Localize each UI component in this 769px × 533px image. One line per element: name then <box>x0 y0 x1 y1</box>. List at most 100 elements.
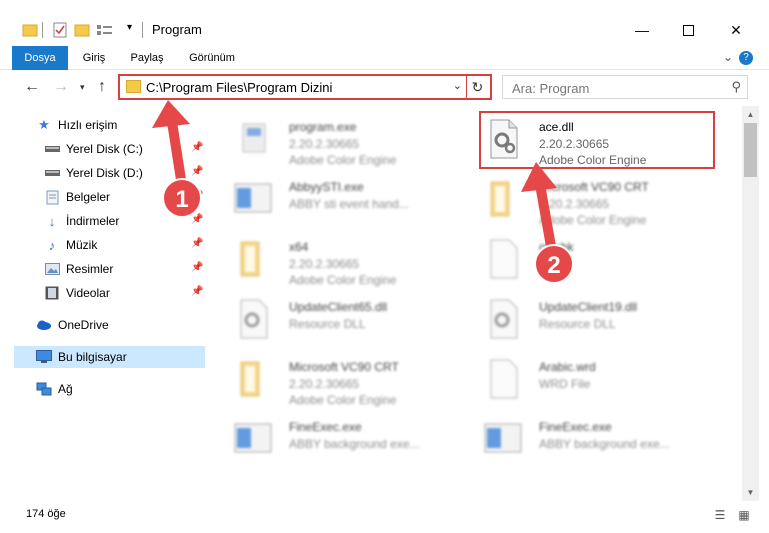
back-arrow-icon[interactable]: ← <box>24 78 40 96</box>
file-description: Adobe Color Engine <box>289 153 397 167</box>
search-icon[interactable]: ⚲ <box>731 79 741 95</box>
sidebar-item-label: Resimler <box>66 262 114 276</box>
file-item[interactable]: FineExec.exe ABBY background exe... <box>463 410 703 468</box>
file-item[interactable]: Microsoft VC90 CRT 2.20.2.30665 Adobe Co… <box>213 350 453 408</box>
new-folder-icon[interactable] <box>74 22 90 38</box>
file-name: UpdateClient19.dll <box>539 300 638 314</box>
sidebar-item-documents[interactable]: Belgeler 📌 <box>44 186 206 208</box>
blank-file-icon <box>490 359 518 399</box>
sidebar-item-disk-c[interactable]: Yerel Disk (C:) 📌 <box>44 138 206 160</box>
sidebar-item-pictures[interactable]: Resimler 📌 <box>44 258 206 280</box>
pin-icon[interactable]: 📌 <box>191 142 203 153</box>
scrollbar-thumb[interactable] <box>744 123 757 177</box>
file-item[interactable]: x64 2.20.2.30665 Adobe Color Engine <box>213 230 453 288</box>
pin-icon[interactable]: 📌 <box>191 214 203 225</box>
file-description: Adobe Color Engine <box>539 213 647 227</box>
recent-locations-icon[interactable]: ▾ <box>80 82 85 93</box>
file-item[interactable]: Microsoft VC90 CRT 2.20.2.30665 Adobe Co… <box>463 170 703 228</box>
tab-share[interactable]: Paylaş <box>126 46 168 70</box>
downloads-icon: ↓ <box>48 213 56 229</box>
file-name: Microsoft VC90 CRT <box>539 180 649 194</box>
properties-icon[interactable] <box>52 22 68 38</box>
drive-icon <box>44 165 60 181</box>
file-name: FineExec.exe <box>289 420 362 434</box>
details-view-icon[interactable]: ☰ <box>712 508 728 522</box>
sidebar-item-label: Belgeler <box>66 190 111 204</box>
sidebar-item-downloads[interactable]: ↓ İndirmeler 📌 <box>44 210 206 232</box>
blank-file-icon <box>490 239 518 279</box>
network-icon <box>36 381 52 397</box>
file-item[interactable]: UpdateClient19.dll Resource DLL <box>463 290 703 348</box>
file-version: Resource DLL <box>539 317 616 331</box>
sidebar-item-onedrive[interactable]: OneDrive <box>36 314 206 336</box>
folder-icon <box>22 24 38 37</box>
sidebar-item-label: Müzik <box>66 238 98 252</box>
minimize-button[interactable]: — <box>619 14 665 46</box>
chevron-down-icon[interactable]: ⌄ <box>453 79 462 92</box>
customize-toolbar-icon[interactable] <box>96 22 114 38</box>
file-version: WRD File <box>539 377 591 391</box>
refresh-icon[interactable]: ↻ <box>466 76 488 98</box>
sidebar-item-label: Ağ <box>58 382 73 396</box>
documents-icon <box>44 189 60 205</box>
close-icon: ✕ <box>730 21 742 38</box>
file-item[interactable]: AbbyySTI.exe ABBY sti event hand... <box>213 170 453 228</box>
dll-icon <box>490 299 518 339</box>
up-arrow-icon[interactable]: ↑ <box>98 78 106 96</box>
folder-icon <box>126 80 141 93</box>
sidebar-item-quick-access[interactable]: ★ Hızlı erişim <box>36 114 206 136</box>
maximize-icon <box>682 24 694 36</box>
address-path[interactable]: C:\Program Files\Program Dizini <box>146 80 332 95</box>
file-item[interactable]: Arabic.wrd WRD File <box>463 350 703 408</box>
star-icon: ★ <box>38 117 50 132</box>
app-window-icon <box>484 423 522 453</box>
file-name: UpdateClient65.dll <box>289 300 388 314</box>
status-bar: 174 öğe ☰ ▦ <box>0 501 769 533</box>
pin-icon[interactable]: 📌 <box>191 166 203 177</box>
sidebar-item-label: Yerel Disk (D:) <box>66 166 143 180</box>
sidebar-item-label: OneDrive <box>58 318 109 332</box>
computer-icon <box>36 349 52 365</box>
file-version: ABBY background exe... <box>289 437 420 451</box>
file-item[interactable]: program.exe 2.20.2.30665 Adobe Color Eng… <box>213 110 453 168</box>
address-bar[interactable]: C:\Program Files\Program Dizini ⌄ ↻ <box>118 74 492 100</box>
tab-file[interactable]: Dosya <box>12 46 68 70</box>
file-item[interactable]: FineExec.exe ABBY background exe... <box>213 410 453 468</box>
pin-icon[interactable]: 📌 <box>191 286 203 297</box>
window-title: Program <box>152 22 202 37</box>
chevron-down-icon[interactable]: ⌄ <box>723 50 733 64</box>
maximize-button[interactable] <box>665 14 711 46</box>
pin-icon[interactable]: 📌 <box>191 262 203 273</box>
search-input[interactable]: Ara: Program ⚲ <box>502 75 748 99</box>
help-icon[interactable]: ? <box>739 51 753 65</box>
dll-icon <box>240 299 268 339</box>
pin-icon[interactable]: 📌 <box>191 190 203 201</box>
sidebar-item-music[interactable]: ♪ Müzik 📌 <box>44 234 206 256</box>
file-description: Adobe Color Engine <box>289 273 397 287</box>
sidebar-item-disk-d[interactable]: Yerel Disk (D:) 📌 <box>44 162 206 184</box>
sidebar-item-network[interactable]: Ağ <box>36 378 206 400</box>
drive-icon <box>44 141 60 157</box>
pin-icon[interactable]: 📌 <box>191 238 203 249</box>
vertical-scrollbar[interactable]: ▲ ▼ <box>742 106 759 501</box>
forward-arrow-icon[interactable]: → <box>53 78 69 96</box>
file-item[interactable]: gfi.chk <box>463 230 703 288</box>
separator-icon <box>42 22 43 38</box>
large-icons-view-icon[interactable]: ▦ <box>736 508 752 522</box>
file-item[interactable]: UpdateClient65.dll Resource DLL <box>213 290 453 348</box>
tab-home[interactable]: Giriş <box>76 46 112 70</box>
scroll-down-icon[interactable]: ▼ <box>742 484 759 501</box>
file-version: ABBY background exe... <box>539 437 670 451</box>
sidebar-item-videos[interactable]: Videolar 📌 <box>44 282 206 304</box>
close-button[interactable]: ✕ <box>713 14 759 46</box>
tab-view[interactable]: Görünüm <box>184 46 240 70</box>
videos-icon <box>44 285 60 301</box>
item-count: 174 öğe <box>26 508 66 520</box>
sidebar-item-label: Yerel Disk (C:) <box>66 142 143 156</box>
minimize-icon: — <box>635 22 649 38</box>
sidebar-item-this-pc[interactable]: Bu bilgisayar <box>14 346 205 368</box>
app-window-icon <box>234 183 272 213</box>
file-version: 2.20.2.30665 <box>289 137 360 151</box>
chevron-down-icon[interactable]: ▾ <box>127 22 132 38</box>
scroll-up-icon[interactable]: ▲ <box>742 106 759 123</box>
